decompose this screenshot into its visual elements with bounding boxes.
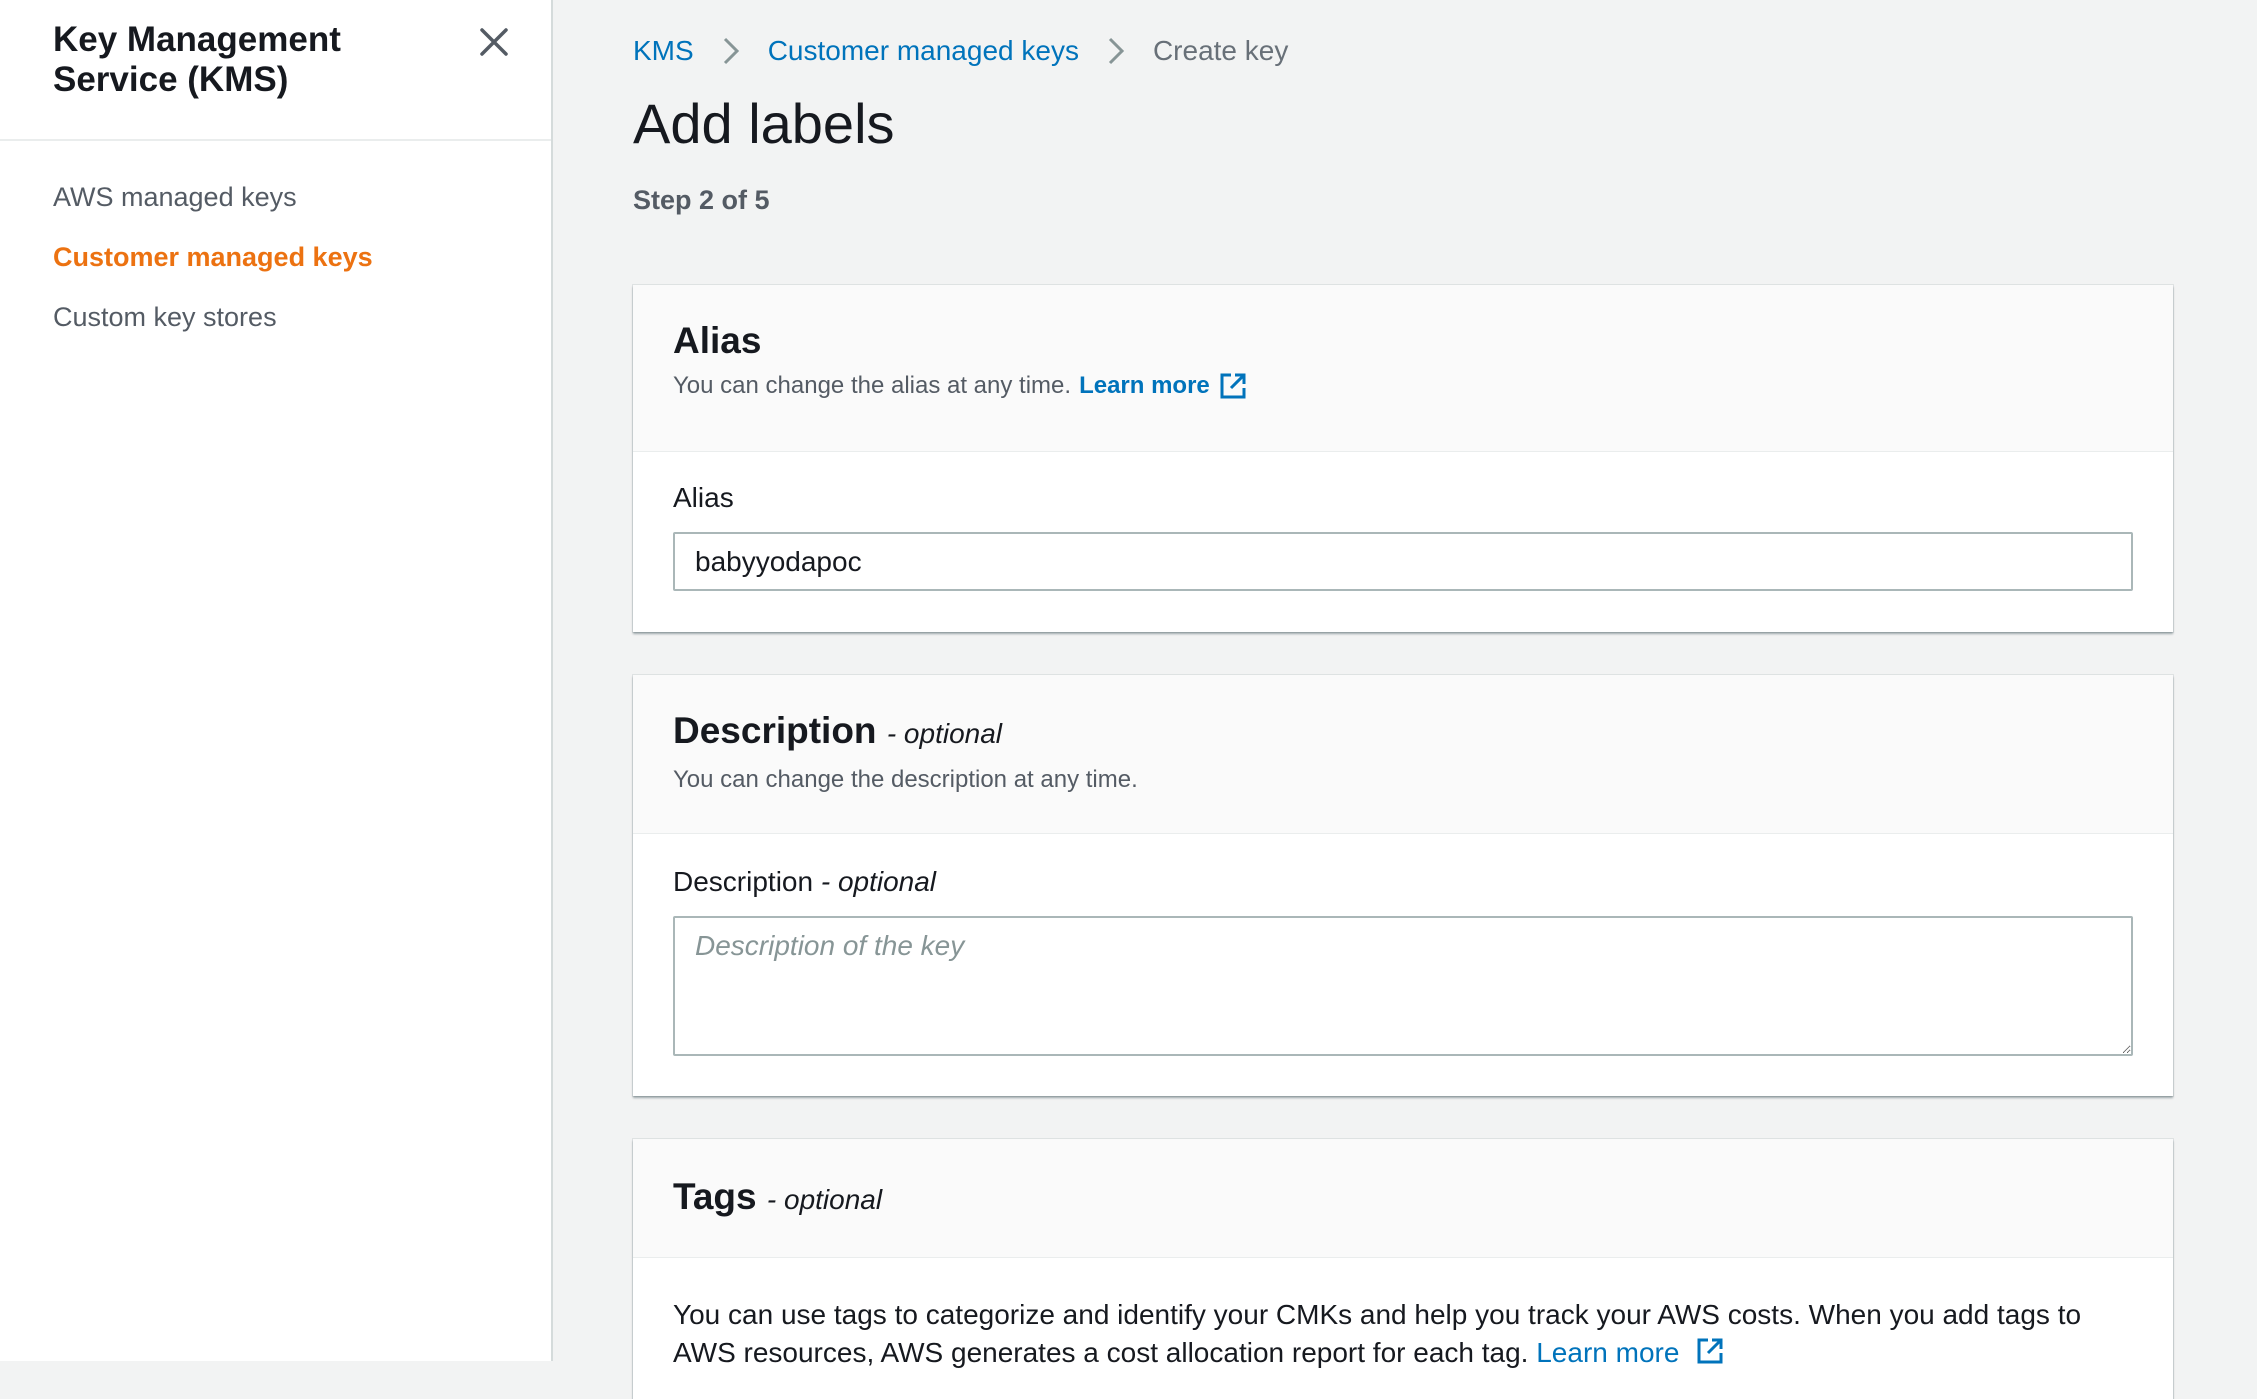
alias-panel-header: Alias You can change the alias at any ti… xyxy=(633,285,2173,452)
description-help-text: You can change the description at any ti… xyxy=(673,766,1138,793)
tags-learn-more-link[interactable]: Learn more xyxy=(1536,1337,1679,1368)
tags-panel: Tags - optional You can use tags to cate… xyxy=(633,1139,2173,1399)
alias-panel: Alias You can change the alias at any ti… xyxy=(633,285,2173,632)
alias-panel-body: Alias xyxy=(633,452,2173,591)
description-textarea[interactable] xyxy=(673,916,2133,1056)
tags-panel-title: Tags xyxy=(673,1176,757,1217)
alias-panel-description: You can change the alias at any time. Le… xyxy=(673,371,2133,401)
tags-panel-header: Tags - optional xyxy=(633,1139,2173,1258)
sidebar-header: Key Management Service (KMS) xyxy=(0,0,551,141)
chevron-right-icon xyxy=(1103,36,1129,66)
alias-input[interactable] xyxy=(673,532,2133,591)
description-panel-title: Description xyxy=(673,710,877,751)
sidebar-item-custom-key-stores[interactable]: Custom key stores xyxy=(0,287,551,347)
optional-label: - optional xyxy=(766,1184,883,1215)
tags-description: You can use tags to categorize and ident… xyxy=(673,1299,2082,1368)
external-link-icon[interactable] xyxy=(1218,371,1248,401)
sidebar-title: Key Management Service (KMS) xyxy=(53,20,341,99)
sidebar: Key Management Service (KMS) AWS managed… xyxy=(0,0,553,1361)
description-field-label-row: Description - optional xyxy=(673,866,936,897)
breadcrumb: KMS Customer managed keys Create key xyxy=(633,0,2173,100)
optional-label: - optional xyxy=(886,718,1003,749)
alias-field-label: Alias xyxy=(673,482,734,513)
alias-learn-more-link[interactable]: Learn more xyxy=(1079,372,1210,400)
external-link-icon[interactable] xyxy=(1695,1336,1725,1366)
page-title: Add labels xyxy=(633,92,895,155)
breadcrumb-kms[interactable]: KMS xyxy=(633,35,694,67)
sidebar-item-customer-managed-keys[interactable]: Customer managed keys xyxy=(0,227,551,287)
close-icon xyxy=(480,28,508,56)
main-content: KMS Customer managed keys Create key Add… xyxy=(633,0,2173,1399)
alias-help-text: You can change the alias at any time. xyxy=(673,372,1072,399)
sidebar-nav: AWS managed keys Customer managed keys C… xyxy=(0,141,551,347)
sidebar-item-aws-managed-keys[interactable]: AWS managed keys xyxy=(0,167,551,227)
optional-label: - optional xyxy=(820,866,937,897)
chevron-right-icon xyxy=(718,36,744,66)
step-indicator: Step 2 of 5 xyxy=(633,185,770,215)
description-panel-header: Description - optional You can change th… xyxy=(633,675,2173,834)
breadcrumb-customer-managed-keys[interactable]: Customer managed keys xyxy=(768,35,1079,67)
close-sidebar-button[interactable] xyxy=(474,22,514,62)
description-field-label: Description xyxy=(673,866,814,897)
description-panel-body: Description - optional xyxy=(633,834,2173,1061)
description-panel: Description - optional You can change th… xyxy=(633,675,2173,1096)
tags-panel-body: You can use tags to categorize and ident… xyxy=(633,1258,2173,1372)
tags-panel-title-row: Tags - optional xyxy=(673,1177,2133,1220)
breadcrumb-current: Create key xyxy=(1152,35,1289,66)
description-panel-title-row: Description - optional xyxy=(673,711,2133,754)
alias-panel-title: Alias xyxy=(673,320,762,361)
